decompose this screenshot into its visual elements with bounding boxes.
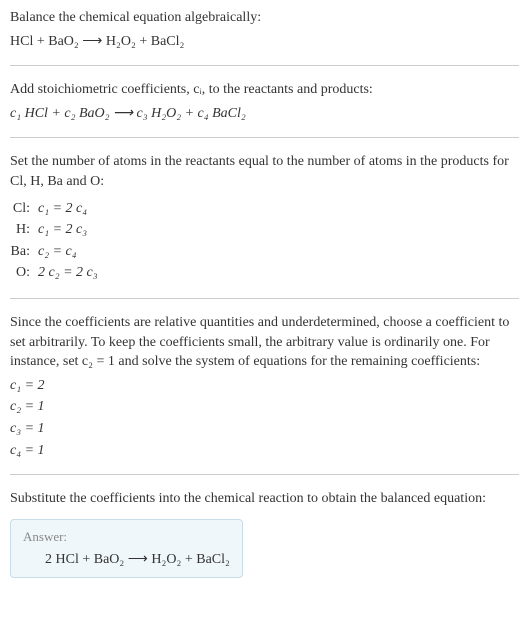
heading-balance: Balance the chemical equation algebraica… [10,8,519,28]
coefficient-list: c₁ = 2 c₂ = 1 c₃ = 1 c₄ = 1 [10,376,519,460]
section-answer: Substitute the coefficients into the che… [10,489,519,592]
heading-atom-balance: Set the number of atoms in the reactants… [10,152,519,191]
section-add-coefficients: Add stoichiometric coefficients, cᵢ, to … [10,80,519,138]
section-solve-coefficients: Since the coefficients are relative quan… [10,313,519,475]
element-label: H: [10,219,38,241]
element-equation: c₁ = 2 c₄ [38,198,104,220]
coefficient-value: c₄ = 1 [10,441,519,461]
equation-unbalanced: HCl + BaO₂ ⟶ H₂O₂ + BaCl₂ [10,32,519,52]
heading-solve: Since the coefficients are relative quan… [10,313,519,372]
coefficient-value: c₁ = 2 [10,376,519,396]
atom-equations-table: Cl: c₁ = 2 c₄ H: c₁ = 2 c₃ Ba: c₂ = c₄ O… [10,198,104,284]
element-label: Cl: [10,198,38,220]
table-row: Ba: c₂ = c₄ [10,241,104,263]
element-equation: c₂ = c₄ [38,241,104,263]
answer-box: Answer: 2 HCl + BaO₂ ⟶ H₂O₂ + BaCl₂ [10,519,243,579]
table-row: Cl: c₁ = 2 c₄ [10,198,104,220]
equation-with-coefficients: c₁ HCl + c₂ BaO₂ ⟶ c₃ H₂O₂ + c₄ BaCl₂ [10,104,519,124]
coefficient-value: c₂ = 1 [10,397,519,417]
table-row: O: 2 c₂ = 2 c₃ [10,262,104,284]
balanced-equation: 2 HCl + BaO₂ ⟶ H₂O₂ + BaCl₂ [23,550,230,570]
element-equation: 2 c₂ = 2 c₃ [38,262,104,284]
element-equation: c₁ = 2 c₃ [38,219,104,241]
section-atom-balance: Set the number of atoms in the reactants… [10,152,519,299]
element-label: Ba: [10,241,38,263]
answer-label: Answer: [23,528,230,546]
element-label: O: [10,262,38,284]
heading-substitute: Substitute the coefficients into the che… [10,489,519,509]
coefficient-value: c₃ = 1 [10,419,519,439]
section-original-equation: Balance the chemical equation algebraica… [10,8,519,66]
table-row: H: c₁ = 2 c₃ [10,219,104,241]
heading-add-coefficients: Add stoichiometric coefficients, cᵢ, to … [10,80,519,100]
